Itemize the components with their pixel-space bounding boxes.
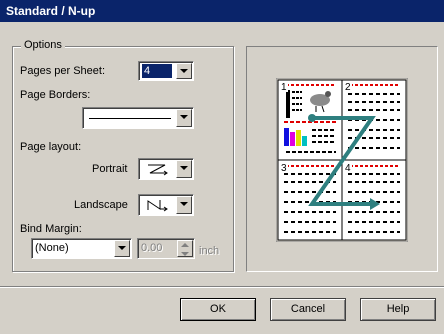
nup-preview-graphic: 1 2 3 4 [276,78,408,242]
portrait-order-dropdown-button[interactable] [176,160,192,178]
ok-button[interactable]: OK [180,298,256,321]
page-number-1: 1 [281,82,287,93]
spin-up-icon [181,243,189,247]
title-bar[interactable]: Standard / N-up [0,0,444,22]
page-layout-label: Page layout: [20,141,82,153]
page-borders-label: Page Borders: [20,89,91,101]
page-number-3: 3 [281,163,287,174]
bind-margin-select[interactable]: (None) [31,238,132,259]
cancel-button-label: Cancel [290,303,326,315]
pages-per-sheet-value: 4 [142,64,172,78]
page-number-4: 4 [345,163,351,174]
portrait-order-select[interactable] [138,158,194,180]
bind-margin-spinner[interactable] [177,240,193,257]
portrait-label: Portrait [92,163,128,175]
cancel-button[interactable]: Cancel [270,298,346,321]
nup-dialog: Standard / N-up Options Pages per Sheet:… [0,0,444,334]
landscape-order-select[interactable] [138,194,194,216]
chevron-down-icon [180,202,188,206]
chevron-down-icon [180,115,188,119]
ok-button-label: OK [210,303,226,315]
bind-margin-dropdown-button[interactable] [114,240,130,257]
landscape-label: Landscape [74,199,128,211]
help-button-label: Help [386,303,410,315]
pages-per-sheet-select[interactable]: 4 [138,61,194,81]
chevron-down-icon [180,166,188,170]
page-number-2: 2 [345,82,351,93]
bind-margin-unit: inch [199,245,220,257]
help-button[interactable]: Help [360,298,436,321]
border-line-preview [89,118,171,119]
z-order-icon [148,164,168,176]
chevron-down-icon [180,69,188,73]
window-title: Standard / N-up [6,4,96,18]
chevron-down-icon [118,246,126,250]
bind-margin-amount: 0.00 [141,242,163,254]
pages-per-sheet-label: Pages per Sheet: [20,65,106,77]
bind-margin-amount-field[interactable]: 0.00 [137,238,195,259]
bind-margin-label: Bind Margin: [20,223,82,235]
page-borders-dropdown-button[interactable] [176,109,192,127]
page-borders-select[interactable] [82,107,194,129]
bind-margin-value: (None) [35,242,69,254]
options-group-label: Options [21,39,65,51]
button-separator [0,286,444,288]
n-order-icon [147,200,168,212]
spin-down-icon [181,252,189,256]
pages-per-sheet-dropdown-button[interactable] [176,63,192,79]
landscape-order-dropdown-button[interactable] [176,196,192,214]
